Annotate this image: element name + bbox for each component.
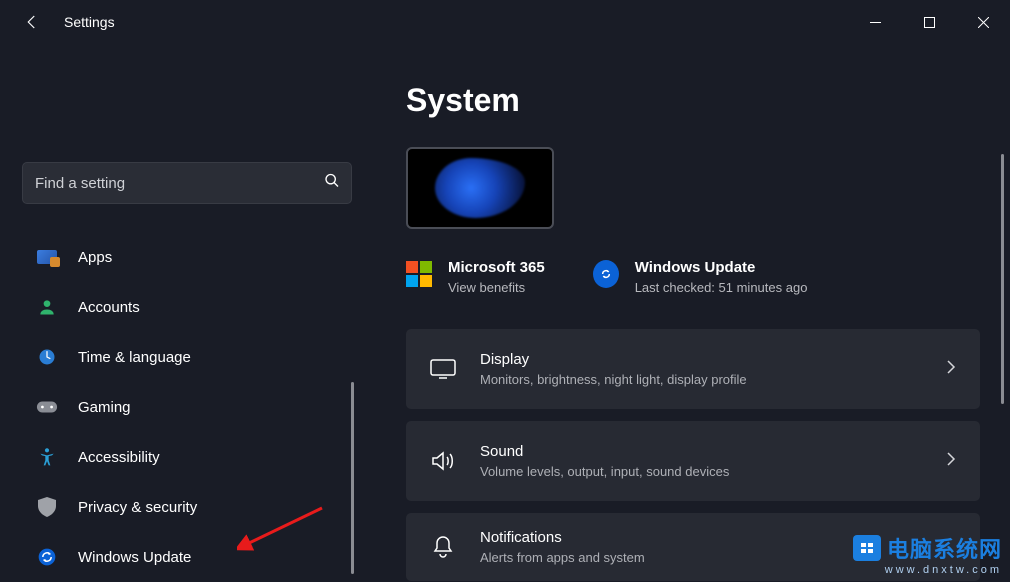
device-thumbnail[interactable] xyxy=(406,147,554,229)
back-button[interactable] xyxy=(18,8,46,36)
main-content: System Microsoft 365 View benefits Windo… xyxy=(370,44,1010,582)
sidebar-item-windows-update[interactable]: Windows Update xyxy=(22,532,350,582)
card-sound[interactable]: Sound Volume levels, output, input, sound… xyxy=(406,421,980,501)
sidebar-item-apps[interactable]: Apps xyxy=(22,232,350,282)
card-title: Notifications xyxy=(480,529,956,546)
main-scrollbar[interactable] xyxy=(1001,154,1004,404)
sidebar-item-label: Accessibility xyxy=(78,449,160,466)
sidebar: Apps Accounts Time & language Gaming xyxy=(0,44,370,582)
display-icon xyxy=(430,356,456,382)
privacy-security-icon xyxy=(36,496,58,518)
search-icon xyxy=(324,173,340,194)
notifications-icon xyxy=(430,534,456,560)
search-input[interactable] xyxy=(22,162,352,204)
sidebar-scrollbar[interactable] xyxy=(351,382,354,574)
card-title: Sound xyxy=(480,443,946,460)
sidebar-item-label: Accounts xyxy=(78,299,140,316)
windows-update-block[interactable]: Windows Update Last checked: 51 minutes … xyxy=(593,259,808,295)
wu-title: Windows Update xyxy=(635,259,808,276)
sidebar-item-time-language[interactable]: Time & language xyxy=(22,332,350,382)
sidebar-item-label: Time & language xyxy=(78,349,191,366)
sidebar-item-label: Privacy & security xyxy=(78,499,197,516)
sidebar-item-label: Apps xyxy=(78,249,112,266)
sidebar-item-accessibility[interactable]: Accessibility xyxy=(22,432,350,482)
card-display[interactable]: Display Monitors, brightness, night light… xyxy=(406,329,980,409)
microsoft-logo-icon xyxy=(406,261,432,287)
chevron-right-icon xyxy=(946,359,956,380)
windows-update-icon xyxy=(36,546,58,568)
maximize-button[interactable] xyxy=(902,0,956,44)
sidebar-item-accounts[interactable]: Accounts xyxy=(22,282,350,332)
wu-subtitle: Last checked: 51 minutes ago xyxy=(635,280,808,295)
sidebar-item-label: Gaming xyxy=(78,399,131,416)
card-subtitle: Monitors, brightness, night light, displ… xyxy=(480,372,946,387)
sidebar-item-gaming[interactable]: Gaming xyxy=(22,382,350,432)
titlebar: Settings xyxy=(0,0,1010,44)
time-language-icon xyxy=(36,346,58,368)
sound-icon xyxy=(430,448,456,474)
minimize-button[interactable] xyxy=(848,0,902,44)
window-controls xyxy=(848,0,1010,44)
accounts-icon xyxy=(36,296,58,318)
nav: Apps Accounts Time & language Gaming xyxy=(22,232,350,582)
accessibility-icon xyxy=(36,446,58,468)
card-title: Display xyxy=(480,351,946,368)
apps-icon xyxy=(36,246,58,268)
card-subtitle: Volume levels, output, input, sound devi… xyxy=(480,464,946,479)
chevron-right-icon xyxy=(946,451,956,472)
sidebar-item-privacy-security[interactable]: Privacy & security xyxy=(22,482,350,532)
microsoft-365-block[interactable]: Microsoft 365 View benefits xyxy=(406,259,545,295)
gaming-icon xyxy=(36,396,58,418)
ms365-subtitle: View benefits xyxy=(448,280,545,295)
app-title: Settings xyxy=(64,14,115,30)
close-button[interactable] xyxy=(956,0,1010,44)
sidebar-item-label: Windows Update xyxy=(78,549,191,566)
card-notifications[interactable]: Notifications Alerts from apps and system xyxy=(406,513,980,581)
page-title: System xyxy=(406,82,980,119)
ms365-title: Microsoft 365 xyxy=(448,259,545,276)
windows-update-icon xyxy=(593,261,619,287)
card-subtitle: Alerts from apps and system xyxy=(480,550,956,565)
